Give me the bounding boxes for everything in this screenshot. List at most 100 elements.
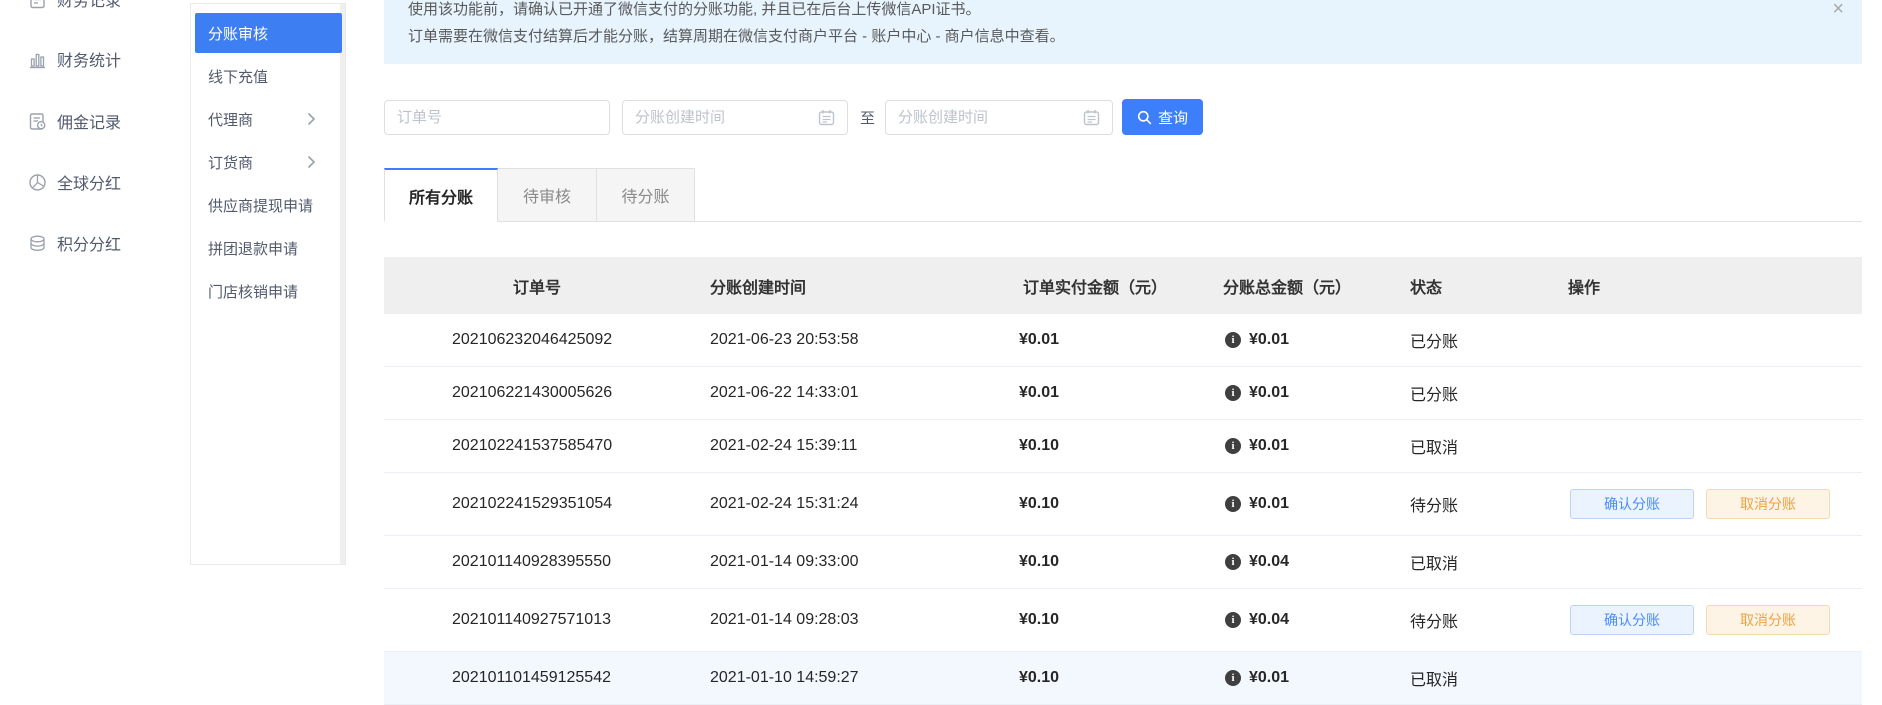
table-row: 202106232046425092 2021-06-23 20:53:58 ¥… — [384, 314, 1862, 367]
tab-bar: 所有分账待审核待分账 — [384, 168, 1862, 222]
submenu-item-5[interactable]: 供应商提现申请 — [195, 185, 342, 225]
info-icon[interactable]: i — [1225, 554, 1241, 570]
submenu-item-1[interactable]: 分账审核 — [195, 13, 342, 53]
cancel-split-button[interactable]: 取消分账 — [1706, 605, 1830, 635]
submenu-item-label: 供应商提现申请 — [208, 195, 313, 216]
table-header-row: 订单号分账创建时间订单实付金额（元）分账总金额（元）状态操作 — [384, 257, 1862, 314]
sidebar-item-label: 财务统计 — [57, 47, 121, 71]
split-total-cell: i ¥0.01 — [1200, 331, 1390, 349]
submenu-item-label: 拼团退款申请 — [208, 238, 298, 259]
date-range-to-label: 至 — [860, 107, 875, 128]
created-time-cell: 2021-02-24 15:31:24 — [690, 495, 990, 513]
status-cell: 已取消 — [1390, 666, 1540, 690]
confirm-split-button[interactable]: 确认分账 — [1570, 605, 1694, 635]
column-header-1: 订单号 — [384, 274, 690, 298]
order-no-cell: 202102241529351054 — [384, 495, 690, 513]
table-row: 202106221430005626 2021-06-22 14:33:01 ¥… — [384, 367, 1862, 420]
submenu-item-label: 订货商 — [208, 152, 253, 173]
split-total-cell: i ¥0.04 — [1200, 611, 1390, 629]
paid-amount-cell: ¥0.10 — [990, 495, 1200, 513]
tab-3[interactable]: 待分账 — [597, 168, 695, 222]
submenu-item-6[interactable]: 拼团退款申请 — [195, 228, 342, 268]
info-icon[interactable]: i — [1225, 612, 1241, 628]
notice-line-2: 订单需要在微信支付结算后才能分账，结算周期在微信支付商户平台 - 账户中心 - … — [408, 23, 1838, 50]
split-total-cell: i ¥0.04 — [1200, 553, 1390, 571]
notice-line-1: 使用该功能前，请确认已开通了微信支付的分账功能, 并且已在后台上传微信API证书… — [408, 0, 1838, 23]
table-row: 202102241537585470 2021-02-24 15:39:11 ¥… — [384, 420, 1862, 473]
order-no-cell: 202106232046425092 — [384, 331, 690, 349]
tab-2[interactable]: 待审核 — [498, 168, 597, 222]
column-header-4: 分账总金额（元） — [1200, 274, 1390, 298]
date-end-input[interactable] — [898, 109, 1075, 126]
info-icon[interactable]: i — [1225, 670, 1241, 686]
info-icon[interactable]: i — [1225, 385, 1241, 401]
order-no-cell: 202101101459125542 — [384, 669, 690, 687]
calendar-icon[interactable] — [818, 109, 835, 126]
date-start-input[interactable] — [635, 109, 810, 126]
search-icon — [1137, 110, 1152, 125]
tab-1[interactable]: 所有分账 — [384, 168, 498, 222]
column-header-5: 状态 — [1390, 274, 1540, 298]
split-total-amount: ¥0.01 — [1249, 669, 1289, 687]
order-no-cell: 202102241537585470 — [384, 437, 690, 455]
info-icon[interactable]: i — [1225, 332, 1241, 348]
paid-amount-cell: ¥0.01 — [990, 331, 1200, 349]
status-cell: 待分账 — [1390, 608, 1540, 632]
split-total-amount: ¥0.01 — [1249, 495, 1289, 513]
sidebar-item-label: 积分分红 — [57, 231, 121, 255]
split-total-amount: ¥0.01 — [1249, 437, 1289, 455]
order-no-cell: 202101140928395550 — [384, 553, 690, 571]
chevron-right-icon — [307, 112, 316, 126]
paid-amount-cell: ¥0.01 — [990, 384, 1200, 402]
cancel-split-button[interactable]: 取消分账 — [1706, 489, 1830, 519]
submenu-item-7[interactable]: 门店核销申请 — [195, 271, 342, 311]
confirm-split-button[interactable]: 确认分账 — [1570, 489, 1694, 519]
created-time-cell: 2021-06-23 20:53:58 — [690, 331, 990, 349]
sidebar-item-2[interactable]: 财务统计 — [28, 45, 121, 73]
submenu-item-3[interactable]: 代理商 — [195, 99, 342, 139]
sidebar-item-5[interactable]: 积分分红 — [28, 229, 121, 257]
submenu-item-2[interactable]: 线下充值 — [195, 56, 342, 96]
calendar-icon[interactable] — [1083, 109, 1100, 126]
table-row: 202102241529351054 2021-02-24 15:31:24 ¥… — [384, 473, 1862, 536]
split-total-amount: ¥0.04 — [1249, 611, 1289, 629]
sidebar-item-4[interactable]: 全球分红 — [28, 168, 121, 196]
submenu-item-4[interactable]: 订货商 — [195, 142, 342, 182]
close-icon[interactable]: × — [1832, 2, 1844, 16]
sidebar-item-label: 财务记录 — [57, 0, 121, 11]
split-payment-table: 订单号分账创建时间订单实付金额（元）分账总金额（元）状态操作 202106232… — [384, 257, 1862, 705]
date-start-wrap — [622, 100, 848, 135]
chevron-right-icon — [307, 155, 316, 169]
paid-amount-cell: ¥0.10 — [990, 553, 1200, 571]
column-header-2: 分账创建时间 — [690, 274, 990, 298]
sidebar-item-1[interactable]: 财务记录 — [28, 0, 121, 13]
status-cell: 已取消 — [1390, 434, 1540, 458]
table-row: 202101140927571013 2021-01-14 09:28:03 ¥… — [384, 589, 1862, 652]
points-dividend-icon — [28, 234, 47, 253]
actions-cell: 确认分账 取消分账 — [1540, 489, 1862, 519]
split-total-amount: ¥0.01 — [1249, 331, 1289, 349]
column-header-3: 订单实付金额（元） — [990, 274, 1200, 298]
split-total-amount: ¥0.04 — [1249, 553, 1289, 571]
paid-amount-cell: ¥0.10 — [990, 669, 1200, 687]
created-time-cell: 2021-01-10 14:59:27 — [690, 669, 990, 687]
search-button-label: 查询 — [1158, 107, 1188, 128]
split-total-cell: i ¥0.01 — [1200, 669, 1390, 687]
notice-banner: 使用该功能前，请确认已开通了微信支付的分账功能, 并且已在后台上传微信API证书… — [384, 0, 1862, 64]
status-cell: 已取消 — [1390, 550, 1540, 574]
table-row: 202101140928395550 2021-01-14 09:33:00 ¥… — [384, 536, 1862, 589]
order-no-cell: 202106221430005626 — [384, 384, 690, 402]
created-time-cell: 2021-01-14 09:33:00 — [690, 553, 990, 571]
split-total-amount: ¥0.01 — [1249, 384, 1289, 402]
finance-record-icon — [28, 0, 47, 9]
search-button[interactable]: 查询 — [1122, 99, 1203, 135]
info-icon[interactable]: i — [1225, 438, 1241, 454]
created-time-cell: 2021-02-24 15:39:11 — [690, 437, 990, 455]
order-no-cell: 202101140927571013 — [384, 611, 690, 629]
order-no-input[interactable] — [397, 109, 597, 126]
info-icon[interactable]: i — [1225, 496, 1241, 512]
sidebar-item-3[interactable]: 佣金记录 — [28, 107, 121, 135]
paid-amount-cell: ¥0.10 — [990, 437, 1200, 455]
status-cell: 已分账 — [1390, 328, 1540, 352]
primary-sidebar: 财务记录财务统计佣金记录全球分红积分分红 — [0, 0, 190, 671]
